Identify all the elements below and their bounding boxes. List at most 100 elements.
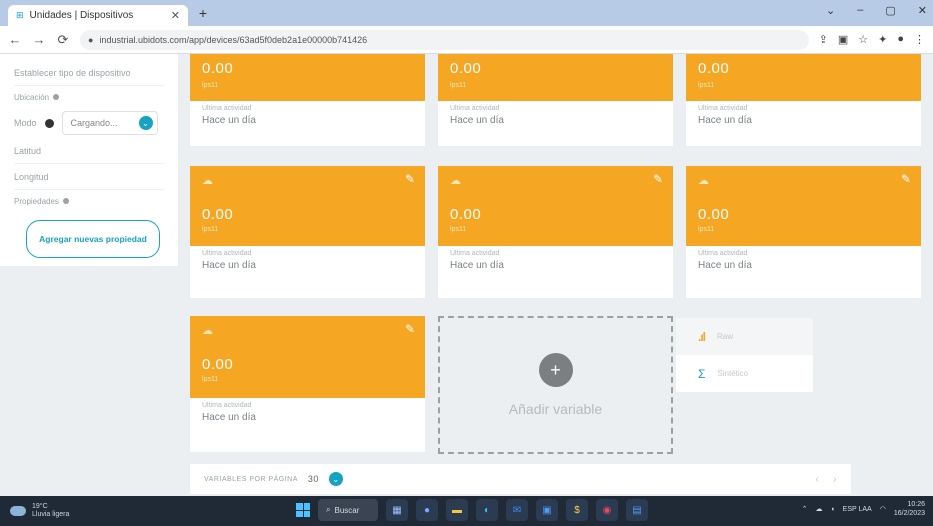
tab-close-icon[interactable]: ✕ — [171, 9, 180, 22]
variable-card[interactable]: ☁ ✎ 0.00 lps11 Última actividad Hace un … — [686, 166, 921, 298]
cloud-icon: ☁ — [698, 175, 709, 187]
cloud-icon: ☁ — [202, 325, 213, 337]
tab-search-icon[interactable]: ⌄ — [826, 4, 835, 17]
variable-card-header: ☁ ✎ 0.00 lps11 — [190, 316, 425, 398]
modo-info-icon — [44, 118, 54, 128]
cloud-icon: ☁ — [450, 175, 461, 187]
ubicacion-text: Ubicación — [14, 92, 50, 102]
variable-card[interactable]: ☁ ✎ 0.00 lps11 Última actividad Hace un … — [190, 316, 425, 452]
dollar-app-icon[interactable]: $ — [566, 499, 588, 521]
last-activity-time: Hace un día — [202, 115, 256, 126]
menu-kebab-icon[interactable]: ⋮ — [914, 33, 925, 46]
clock-date: 16/2/2023 — [893, 510, 925, 517]
clock[interactable]: 10:26 16/2/2023 — [894, 500, 925, 518]
variable-card[interactable]: 0.00 lps11 Última actividad Hace un día — [190, 54, 425, 146]
os-taskbar: 19°C Lluvia ligera ⌕ Buscar ▦ ● ▬ ◐ ✉ ▣ … — [0, 496, 933, 526]
wifi-icon[interactable]: ◠ — [880, 505, 886, 513]
variable-card-header: ☁ ✎ 0.00 lps11 — [686, 166, 921, 246]
variable-card[interactable]: 0.00 lps11 Última actividad Hace un día — [686, 54, 921, 146]
address-toolbar: ← → ⟳ ● industrial.ubidots.com/app/devic… — [0, 26, 933, 54]
weather-widget[interactable]: 19°C Lluvia ligera — [0, 503, 180, 519]
last-activity-label: Última actividad — [450, 105, 500, 112]
modo-label: Modo — [14, 118, 37, 128]
longitud-field[interactable]: Longitud — [14, 164, 164, 190]
edit-pencil-icon[interactable]: ✎ — [653, 172, 663, 186]
mail-icon[interactable]: ✉ — [506, 499, 528, 521]
minimize-icon[interactable]: – — [857, 4, 863, 17]
search-label: Buscar — [334, 505, 360, 515]
new-tab-icon[interactable]: + — [195, 5, 211, 21]
store-icon[interactable]: ▣ — [536, 499, 558, 521]
variable-card-body: Última actividad Hace un día — [438, 246, 673, 298]
back-icon[interactable]: ← — [8, 32, 22, 47]
add-property-button[interactable]: Agregar nuevas propiedad — [26, 220, 160, 258]
next-page-icon[interactable]: › — [833, 474, 837, 485]
url-bar[interactable]: ● industrial.ubidots.com/app/devices/63a… — [80, 29, 809, 50]
file-explorer-icon[interactable]: ▬ — [446, 499, 468, 521]
device-type-field[interactable]: Establecer tipo de dispositivo — [14, 60, 164, 86]
extension-icons: ⇪ ▣ ☆ ✦ ● ⋮ — [819, 33, 925, 46]
variable-card[interactable]: ☁ ✎ 0.00 lps11 Última actividad Hace un … — [190, 166, 425, 298]
latitud-label: Latitud — [14, 145, 42, 156]
tray-chevron-icon[interactable]: ⌃ — [802, 505, 808, 513]
prev-page-icon[interactable]: ‹ — [815, 474, 819, 485]
window-controls: ⌄ – ▢ ✕ — [826, 4, 927, 17]
help-icon[interactable] — [53, 94, 60, 100]
chat-icon[interactable]: ● — [416, 499, 438, 521]
edge-browser-icon[interactable]: ◐ — [476, 499, 498, 521]
cloud-rain-icon — [10, 506, 26, 516]
pin-icon[interactable]: ✦ — [878, 33, 887, 46]
chevron-down-icon[interactable]: ⌄ — [328, 472, 343, 486]
forward-icon[interactable]: → — [32, 32, 46, 47]
profile-icon[interactable]: ● — [897, 33, 904, 46]
ubicacion-label: Ubicación — [14, 86, 164, 108]
variable-unit: lps11 — [698, 82, 715, 89]
edit-pencil-icon[interactable]: ✎ — [405, 322, 415, 336]
page-nav: ‹ › — [815, 474, 837, 485]
search-icon: ⌕ — [326, 505, 331, 514]
variable-card[interactable]: 0.00 lps11 Última actividad Hace un día — [438, 54, 673, 146]
variable-card[interactable]: ☁ ✎ 0.00 lps11 Última actividad Hace un … — [438, 166, 673, 298]
menu-item-synthetic[interactable]: Σ Sintético — [676, 355, 813, 392]
task-view-icon[interactable]: ▦ — [386, 499, 408, 521]
browser-tab-bar: ⊞ Unidades | Dispositivos ✕ + ⌄ – ▢ ✕ — [0, 0, 933, 26]
maximize-icon[interactable]: ▢ — [885, 4, 895, 17]
variable-value: 0.00 — [698, 60, 730, 77]
bookmark-star-icon[interactable]: ☆ — [858, 33, 868, 46]
app-icon[interactable]: ▤ — [626, 499, 648, 521]
share-icon[interactable]: ⇪ — [819, 33, 828, 46]
pagination-bar: VARIABLES POR PÁGINA 30 ⌄ ‹ › — [190, 464, 851, 494]
per-page-label: VARIABLES POR PÁGINA — [204, 475, 298, 483]
chrome-icon[interactable]: ◉ — [596, 499, 618, 521]
windows-start-icon[interactable] — [296, 503, 310, 517]
browser-tab[interactable]: ⊞ Unidades | Dispositivos ✕ — [8, 5, 188, 26]
taskbar-search[interactable]: ⌕ Buscar — [318, 499, 378, 521]
language-indicator[interactable]: ESP LAA — [843, 506, 872, 513]
weather-temp: 19°C — [32, 503, 48, 510]
menu-item-raw[interactable]: .ıl Raw — [676, 318, 813, 355]
variable-unit: lps11 — [202, 82, 219, 89]
edit-pencil-icon[interactable]: ✎ — [901, 172, 911, 186]
menu-item-label: Sintético — [717, 369, 749, 378]
sigma-icon: Σ — [698, 366, 706, 381]
edit-pencil-icon[interactable]: ✎ — [405, 172, 415, 186]
variable-card-body: Última actividad Hace un día — [686, 246, 921, 298]
help-icon[interactable] — [62, 198, 69, 204]
add-variable-dropzone[interactable]: + Añadir variable — [438, 316, 673, 454]
chevron-down-icon[interactable]: ⌄ — [138, 116, 153, 130]
volume-icon[interactable]: ◖ — [830, 506, 834, 513]
add-circle-icon[interactable]: + — [538, 353, 573, 387]
window-close-icon[interactable]: ✕ — [918, 4, 927, 17]
variable-value: 0.00 — [202, 60, 234, 77]
extension-icon[interactable]: ▣ — [838, 33, 848, 46]
reload-icon[interactable]: ⟳ — [56, 32, 70, 48]
menu-item-label: Raw — [717, 332, 734, 341]
per-page-value[interactable]: 30 — [308, 474, 319, 484]
variable-card-header: ☁ ✎ 0.00 lps11 — [190, 166, 425, 246]
propiedades-label: Propiedades — [14, 190, 164, 212]
variable-value: 0.00 — [450, 60, 482, 77]
latitud-field[interactable]: Latitud — [14, 138, 164, 164]
variable-value: 0.00 — [450, 206, 482, 223]
modo-select[interactable]: Cargando... ⌄ — [61, 111, 158, 135]
onedrive-icon[interactable]: ☁ — [815, 505, 822, 513]
